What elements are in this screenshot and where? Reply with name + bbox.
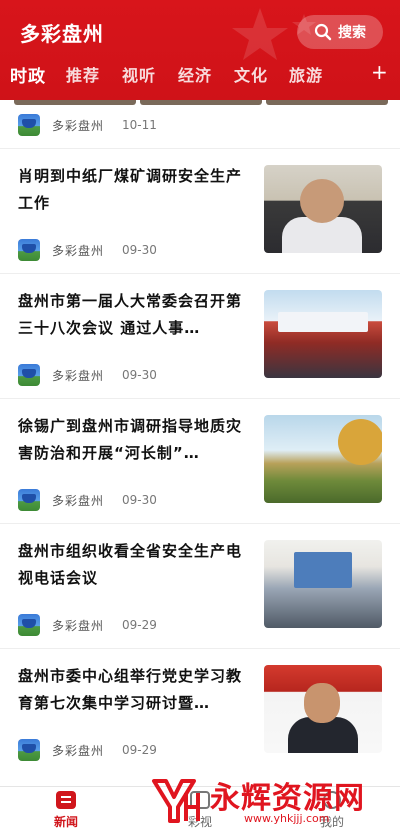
source-name: 多彩盘州 [52, 493, 105, 508]
nav-news[interactable]: 新闻 [36, 791, 96, 830]
source-name: 多彩盘州 [52, 743, 105, 758]
tab-recommend[interactable]: 推荐 [66, 62, 100, 86]
source-logo-icon [18, 114, 40, 136]
category-tabs: 时政 推荐 视听 经济 文化 旅游 + [0, 60, 400, 90]
article-title[interactable]: 肖明到中纸厂煤矿调研安全生产工作 [18, 163, 250, 217]
search-icon [314, 23, 332, 41]
scrolled-thumbnails [0, 100, 400, 106]
article-source: 多彩盘州 09-30 [18, 489, 157, 511]
news-icon [56, 791, 76, 809]
source-logo-icon [18, 364, 40, 386]
article-title[interactable]: 盘州市委中心组举行党史学习教育第七次集中学习研讨暨… [18, 663, 250, 717]
article-thumbnail[interactable] [264, 665, 382, 753]
article-thumbnail[interactable] [264, 165, 382, 253]
article-item[interactable]: 盘州市委中心组举行党史学习教育第七次集中学习研讨暨… 多彩盘州 09-29 [0, 648, 400, 773]
article-thumbnail[interactable] [264, 540, 382, 628]
tab-politics[interactable]: 时政 [10, 62, 46, 87]
publish-date: 09-29 [122, 743, 157, 757]
tab-culture[interactable]: 文化 [234, 62, 268, 86]
source-logo-icon [18, 239, 40, 261]
publish-date: 09-30 [122, 368, 157, 382]
article-source: 多彩盘州 09-30 [18, 364, 157, 386]
article-title[interactable]: 徐锡广到盘州市调研指导地质灾害防治和开展“河长制”… [18, 413, 250, 467]
article-source: 多彩盘州 09-29 [18, 739, 157, 761]
source-name: 多彩盘州 [52, 618, 105, 633]
article-item[interactable]: 盘州市第一届人大常委会召开第三十八次会议 通过人事… 多彩盘州 09-30 [0, 273, 400, 398]
search-label: 搜索 [338, 25, 366, 41]
app-header: 多彩盘州 搜索 时政 推荐 视听 经济 文化 旅游 + [0, 0, 400, 100]
article-item[interactable]: 盘州市组织收看全省安全生产电视电话会议 多彩盘州 09-29 [0, 523, 400, 648]
add-tab-button[interactable]: + [371, 60, 388, 84]
watermark-url: www.yhkjjj.com [244, 812, 330, 825]
article-title[interactable]: 盘州市第一届人大常委会召开第三十八次会议 通过人事… [18, 288, 250, 342]
article-source: 多彩盘州 09-29 [18, 614, 157, 636]
watermark-text: 永辉资源网 [210, 781, 365, 816]
source-logo-icon [18, 614, 40, 636]
article-item[interactable]: 肖明到中纸厂煤矿调研安全生产工作 多彩盘州 09-30 [0, 148, 400, 273]
article-item[interactable]: 徐锡广到盘州市调研指导地质灾害防治和开展“河长制”… 多彩盘州 09-30 [0, 398, 400, 523]
partial-item-source: 多彩盘州 10-11 [18, 114, 157, 136]
nav-news-label: 新闻 [53, 815, 78, 829]
app-title: 多彩盘州 [20, 22, 104, 46]
source-name: 多彩盘州 [52, 118, 105, 133]
article-title[interactable]: 盘州市组织收看全省安全生产电视电话会议 [18, 538, 250, 592]
publish-date: 10-11 [122, 118, 157, 132]
publish-date: 09-30 [122, 243, 157, 257]
publish-date: 09-29 [122, 618, 157, 632]
search-button[interactable]: 搜索 [297, 15, 383, 49]
tab-economy[interactable]: 经济 [178, 62, 212, 86]
source-logo-icon [18, 739, 40, 761]
source-logo-icon [18, 489, 40, 511]
article-source: 多彩盘州 09-30 [18, 239, 157, 261]
tab-audiovisual[interactable]: 视听 [122, 62, 156, 86]
tab-travel[interactable]: 旅游 [289, 62, 323, 86]
source-name: 多彩盘州 [52, 243, 105, 258]
article-thumbnail[interactable] [264, 290, 382, 378]
publish-date: 09-30 [122, 493, 157, 507]
watermark: 永辉资源网 www.yhkjjj.com [148, 768, 384, 830]
article-thumbnail[interactable] [264, 415, 382, 503]
watermark-logo-icon [152, 779, 200, 823]
source-name: 多彩盘州 [52, 368, 105, 383]
